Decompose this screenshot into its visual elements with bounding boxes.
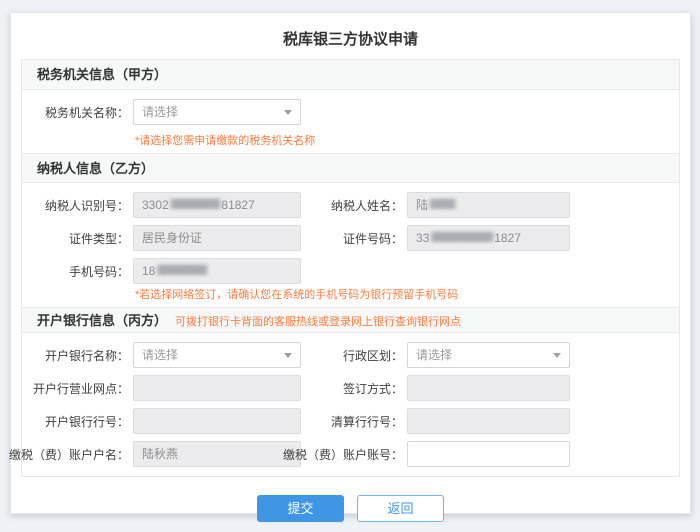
taxpayer-id-field: 3302████████81827	[133, 192, 301, 218]
cert-no-prefix: 33	[416, 226, 429, 250]
chevron-down-icon	[553, 353, 561, 358]
section-body-taxpayer: 纳税人识别号： 3302████████81827 纳税人姓名： 陆████ 证…	[22, 183, 679, 307]
redacted-segment: ████	[430, 195, 454, 215]
cert-no-label: 证件号码：	[301, 230, 407, 247]
clearing-no-label: 清算行行号：	[301, 413, 407, 430]
clearing-no-field	[407, 408, 570, 434]
section-header-taxpayer: 纳税人信息（乙方）	[22, 153, 679, 183]
section-title: 税务机关信息（甲方）	[37, 67, 167, 82]
redacted-segment: ████████	[157, 261, 206, 281]
bank-name-label: 开户银行名称：	[22, 347, 133, 364]
taxpayer-name-label: 纳税人姓名：	[301, 197, 407, 214]
cert-type-field: 居民身份证	[133, 225, 301, 251]
mobile-field: 18████████	[133, 258, 301, 284]
chevron-down-icon	[284, 353, 292, 358]
mobile-label: 手机号码：	[22, 263, 133, 280]
taxpayer-id-suffix: 81827	[221, 193, 254, 217]
cert-no-field: 33██████████1827	[407, 225, 570, 251]
section-title: 开户银行信息（丙方）	[37, 313, 167, 328]
bank-name-select[interactable]: 请选择	[133, 342, 301, 368]
bank-no-label: 开户银行行号：	[22, 413, 133, 430]
cert-type-label: 证件类型：	[22, 230, 133, 247]
branch-label: 开户行营业网点：	[22, 380, 133, 397]
sign-method-label: 签订方式：	[301, 380, 407, 397]
account-name-field: 陆秋燕	[133, 441, 301, 467]
mobile-hint: *若选择网络签订，请确认您在系统的手机号码为银行预留手机号码	[135, 286, 679, 300]
back-button[interactable]: 返回	[357, 495, 444, 522]
section-note: 可拨打银行卡背面的客服热线或登录网上银行查询银行网点	[175, 316, 461, 328]
section-header-tax-authority: 税务机关信息（甲方）	[22, 60, 679, 90]
account-no-input[interactable]	[407, 441, 570, 467]
section-header-bank: 开户银行信息（丙方） 可拨打银行卡背面的客服热线或登录网上银行查询银行网点	[22, 307, 679, 333]
tax-office-label: 税务机关名称：	[22, 104, 133, 121]
taxpayer-id-label: 纳税人识别号：	[22, 197, 133, 214]
section-body-bank: 开户银行名称： 请选择 行政区划： 请选择 开户行营业网点： 签订方式： 开户银…	[22, 333, 679, 476]
tax-office-select[interactable]: 请选择	[133, 99, 301, 125]
mobile-prefix: 18	[142, 259, 155, 283]
submit-button[interactable]: 提交	[257, 495, 344, 522]
redacted-segment: ██████████	[431, 228, 492, 248]
form-container: 税务机关信息（甲方） 税务机关名称： 请选择 *请选择您需申请缴款的税务机关名称…	[21, 59, 680, 477]
taxpayer-name-prefix: 陆	[416, 193, 428, 217]
bank-no-field	[133, 408, 301, 434]
redacted-segment: ████████	[171, 195, 220, 215]
section-body-tax-authority: 税务机关名称： 请选择 *请选择您需申请缴款的税务机关名称	[22, 90, 679, 153]
cert-type-value: 居民身份证	[142, 226, 202, 250]
page-title: 税库银三方协议申请	[11, 13, 690, 44]
account-no-label: 缴税（费）账户账号：	[301, 446, 407, 463]
section-title: 纳税人信息（乙方）	[37, 161, 154, 176]
cert-no-suffix: 1827	[494, 226, 521, 250]
sign-method-field	[407, 375, 570, 401]
action-bar: 提交 返回	[11, 495, 690, 522]
tax-office-hint: *请选择您需申请缴款的税务机关名称	[135, 132, 679, 146]
tax-office-selected-value: 请选择	[142, 100, 178, 124]
region-selected-value: 请选择	[416, 343, 452, 367]
taxpayer-id-prefix: 3302	[142, 193, 169, 217]
chevron-down-icon	[284, 110, 292, 115]
account-name-label: 缴税（费）账户户名：	[22, 446, 133, 463]
taxpayer-name-field: 陆████	[407, 192, 570, 218]
branch-field	[133, 375, 301, 401]
application-panel: 税库银三方协议申请 税务机关信息（甲方） 税务机关名称： 请选择 *请选择您需申…	[10, 12, 691, 514]
region-select[interactable]: 请选择	[407, 342, 570, 368]
bank-name-selected-value: 请选择	[142, 343, 178, 367]
region-label: 行政区划：	[301, 347, 407, 364]
